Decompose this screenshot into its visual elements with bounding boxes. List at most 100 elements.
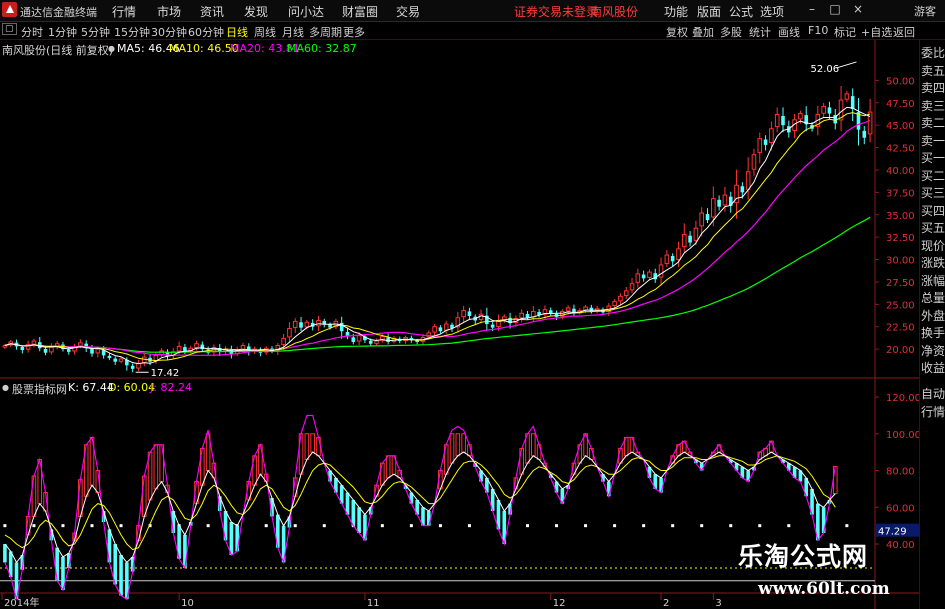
candle-body [136,362,141,369]
candle-body [763,139,768,145]
kdj-bar [310,433,315,453]
price-tick-label: 22.50 [886,323,915,334]
price-tick-label: 27.50 [886,278,915,289]
candle-body [867,111,873,135]
price-tick-label: 20.00 [886,345,915,356]
mark-button[interactable]: 标记 [834,24,856,40]
kdj-bar [385,455,391,479]
menu-item-layout[interactable]: 版面 [697,3,721,20]
kdj-tick-label: 100.00 [886,430,921,441]
kdj-legend: ● 股票指标网 K: 67.44 D: 60.04 J: 82.24 [0,379,875,396]
minimize-button[interactable]: – [805,2,819,16]
menu-item-function[interactable]: 功能 [664,3,688,20]
high-marker-line [836,61,857,69]
menu-item-news[interactable]: 资讯 [200,3,224,20]
candle-body [699,212,705,227]
candle-body [525,313,530,318]
candle-body [565,307,571,312]
tab-more[interactable]: 更多 [343,24,365,40]
candle-body [612,301,617,306]
back-button[interactable]: 返回 [893,24,915,40]
ma20-line [4,119,871,356]
ma60-line [4,216,871,353]
ma60-value: MA60: 32.87 [287,42,357,55]
login-status[interactable]: 证券交易未登录 [514,3,598,20]
maximize-button[interactable]: □ [828,2,842,16]
time-tick-label: 2 [663,598,669,609]
tab-weekly[interactable]: 周线 [254,24,276,40]
candle-body [281,337,286,345]
kdj-level-dot [32,524,36,528]
stats-button[interactable]: 统计 [749,24,771,40]
kdj-bar [449,433,455,464]
price-tick-label: 50.00 [886,76,915,87]
kdj-bar [229,521,234,556]
tab-30min[interactable]: 30分钟 [151,24,187,40]
side-panel-label: 委比 [921,46,945,60]
kdj-level-dot [758,524,762,528]
j-value: J: 82.24 [150,381,192,394]
menu-item-discover[interactable]: 发现 [244,3,268,20]
candle-body [745,171,751,190]
candle-body [49,346,54,353]
timeframe-toolbar: ▢ 分时 1分钟 5分钟 15分钟 30分钟 60分钟 日线 周线 月线 多周期… [0,22,945,40]
kdj-level-dot [787,524,791,528]
kdj-bar [426,510,431,526]
kdj-tick-label: 80.00 [886,467,915,478]
candle-body [95,348,101,354]
tab-daily[interactable]: 日线 [226,24,248,40]
tab-intraday[interactable]: 分时 [21,24,43,40]
kdj-level-dot [700,524,704,528]
kdj-bar [119,555,123,596]
time-tick-label: 11 [367,598,380,609]
multi-stock-button[interactable]: 多股 [720,24,742,40]
side-panel-label: 买四 [921,203,945,218]
tab-multi-period[interactable]: 多周期 [309,24,342,40]
menu-item-wealth[interactable]: 财富圈 [342,3,378,20]
close-button[interactable]: × [851,2,865,16]
candle-body [519,312,524,319]
restore-button[interactable]: 复权 [666,24,688,40]
candle-body [490,324,495,328]
quote-label[interactable]: 行情 [921,404,945,421]
candle-body [664,254,670,264]
overlay-button[interactable]: 叠加 [692,24,714,40]
candle-body [676,248,681,260]
tab-60min[interactable]: 60分钟 [188,24,224,40]
menu-item-market[interactable]: 市场 [157,3,181,20]
side-panel-label: 涨跌 [921,256,945,270]
tab-monthly[interactable]: 月线 [282,24,304,40]
candle-body [368,340,373,344]
tab-5min[interactable]: 5分钟 [81,24,110,40]
menu-item-trade[interactable]: 交易 [396,3,420,20]
guest-label[interactable]: 游客 [914,3,936,19]
candle-body [194,343,199,349]
tab-1min[interactable]: 1分钟 [48,24,77,40]
add-favorite-button[interactable]: +自选 [861,24,892,40]
menu-item-formula[interactable]: 公式 [729,3,753,20]
menu-item-quotes[interactable]: 行情 [112,3,136,20]
tab-15min[interactable]: 15分钟 [114,24,150,40]
candle-body [705,214,710,221]
candle-body [647,271,652,278]
kdj-level-dot [613,524,617,528]
kdj-level-dot [555,524,559,528]
candle-body [356,335,362,342]
kdj-level-dot [642,524,646,528]
kdj-bar [316,436,321,457]
candle-body [351,337,356,342]
side-panel-label: 总量 [921,291,945,305]
candle-body [443,323,449,331]
candle-body [717,199,721,207]
panel-toggle-icon[interactable]: ▢ [2,23,17,35]
app-title: 通达信金融终端 [20,6,97,19]
draw-line-button[interactable]: 画线 [778,24,800,40]
auto-label[interactable]: 自动 [921,386,945,403]
candle-body [43,348,48,353]
candle-body [2,345,8,348]
menu-item-ask[interactable]: 问小达 [288,3,324,20]
menu-item-options[interactable]: 选项 [760,3,784,20]
f10-button[interactable]: F10 [808,24,828,37]
side-panel-label: 涨幅 [921,273,945,288]
candle-body [629,283,635,291]
